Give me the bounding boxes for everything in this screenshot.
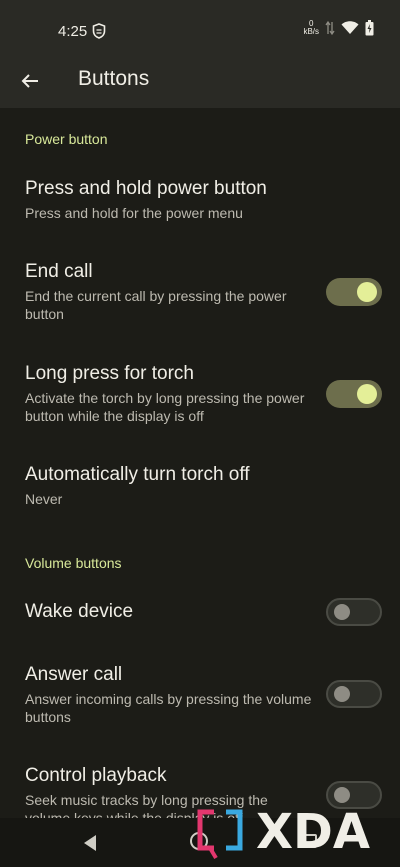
- shield-icon: [92, 23, 106, 39]
- setting-title: Wake device: [25, 601, 134, 622]
- back-arrow-icon[interactable]: [18, 69, 42, 93]
- setting-title: Control playback: [25, 765, 167, 786]
- data-arrows-icon: [325, 20, 335, 36]
- toggle-knob: [357, 282, 377, 302]
- setting-title: End call: [25, 261, 93, 282]
- setting-auto-torch-off[interactable]: Automatically turn torch off Never: [25, 463, 315, 508]
- wifi-icon: [341, 21, 359, 34]
- toggle-knob: [334, 604, 350, 620]
- setting-wake-device[interactable]: Wake device: [25, 600, 315, 624]
- section-header-volume: Volume buttons: [25, 555, 122, 571]
- torch-toggle[interactable]: [326, 380, 382, 408]
- app-bar: Buttons: [0, 60, 400, 108]
- setting-end-call[interactable]: End call End the current call by pressin…: [25, 260, 315, 323]
- network-rate: 0 kB/s: [303, 20, 319, 36]
- end-call-toggle[interactable]: [326, 278, 382, 306]
- xda-logo-icon: [197, 809, 243, 860]
- setting-answer-call[interactable]: Answer call Answer incoming calls by pre…: [25, 663, 315, 726]
- xda-watermark: XDA: [196, 804, 396, 860]
- wake-device-toggle[interactable]: [326, 598, 382, 626]
- network-rate-unit: kB/s: [303, 27, 319, 36]
- setting-subtitle: Activate the torch by long pressing the …: [25, 390, 305, 424]
- nav-back-icon[interactable]: [82, 834, 98, 852]
- toggle-knob: [357, 384, 377, 404]
- setting-subtitle: Never: [25, 491, 63, 507]
- setting-subtitle: End the current call by pressing the pow…: [25, 288, 287, 322]
- setting-press-and-hold-power[interactable]: Press and hold power button Press and ho…: [25, 177, 315, 222]
- page-title: Buttons: [78, 67, 150, 90]
- toggle-knob: [334, 686, 350, 702]
- setting-subtitle: Answer incoming calls by pressing the vo…: [25, 691, 312, 725]
- watermark-text: XDA: [256, 804, 370, 860]
- setting-title: Long press for torch: [25, 363, 194, 384]
- setting-title: Automatically turn torch off: [25, 464, 250, 485]
- setting-title: Answer call: [25, 664, 123, 685]
- setting-subtitle: Press and hold for the power menu: [25, 205, 243, 221]
- setting-long-press-torch[interactable]: Long press for torch Activate the torch …: [25, 362, 315, 425]
- status-bar: 4:25 0 kB/s: [0, 0, 400, 60]
- settings-list: Power button Press and hold power button…: [0, 108, 400, 818]
- setting-title: Press and hold power button: [25, 178, 267, 199]
- status-time: 4:25: [58, 23, 88, 40]
- battery-icon: [365, 20, 374, 36]
- toggle-knob: [334, 787, 350, 803]
- section-header-power: Power button: [25, 131, 108, 147]
- answer-call-toggle[interactable]: [326, 680, 382, 708]
